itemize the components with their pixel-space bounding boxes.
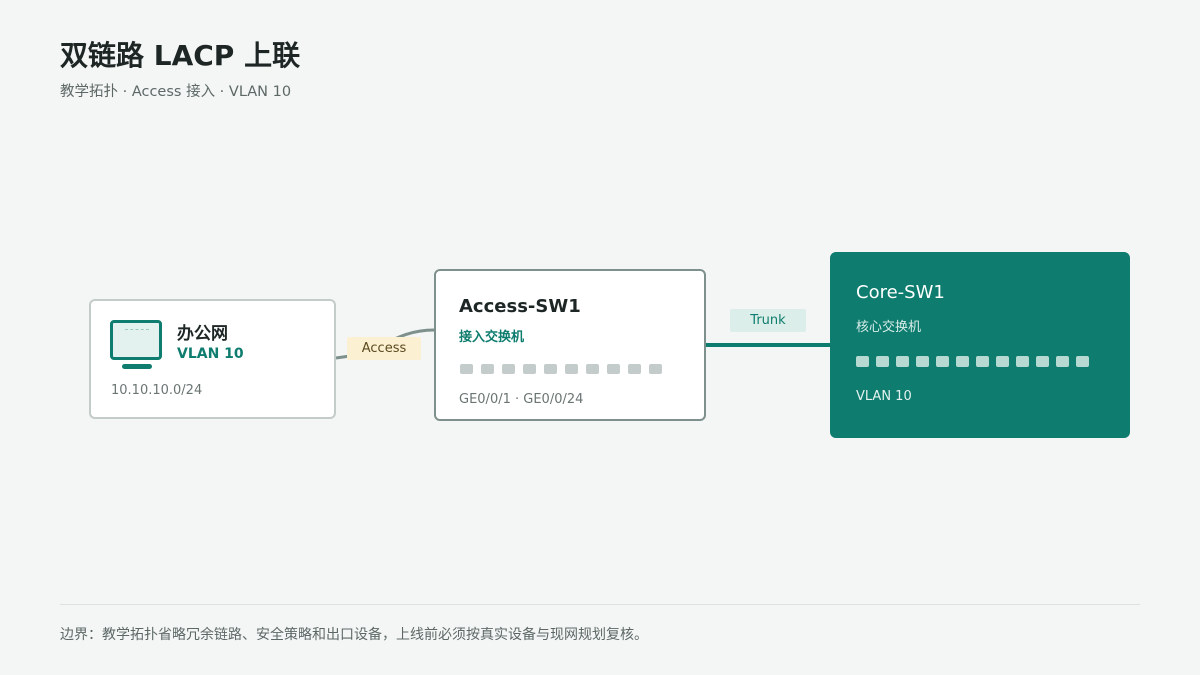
switch-port: [916, 356, 929, 367]
switch-port: [460, 364, 473, 374]
office-subnet: 10.10.10.0/24: [111, 383, 203, 398]
switch-port: [502, 364, 515, 374]
switch-port: [976, 356, 989, 367]
monitor-icon: [110, 320, 162, 360]
link-label-access: Access: [347, 337, 421, 360]
switch-port: [523, 364, 536, 374]
switch-port: [876, 356, 889, 367]
switch-port: [628, 364, 641, 374]
switch-port: [1076, 356, 1089, 367]
switch-port: [1036, 356, 1049, 367]
footer-divider: [60, 604, 1140, 605]
switch-port: [896, 356, 909, 367]
switch-port: [565, 364, 578, 374]
core-switch-ports: [856, 356, 1089, 367]
node-access-switch[interactable]: Access-SW1 接入交换机 GE0/0/1 · GE0/0/24: [434, 269, 706, 421]
switch-port: [607, 364, 620, 374]
node-core-switch[interactable]: Core-SW1 核心交换机 VLAN 10: [830, 252, 1130, 438]
switch-port: [544, 364, 557, 374]
switch-port: [481, 364, 494, 374]
switch-port: [586, 364, 599, 374]
access-switch-ports-label: GE0/0/1 · GE0/0/24: [459, 392, 584, 407]
monitor-stand-icon: [122, 364, 152, 369]
office-name: 办公网: [177, 324, 228, 344]
switch-port: [856, 356, 869, 367]
switch-port: [936, 356, 949, 367]
core-switch-name: Core-SW1: [856, 282, 945, 303]
access-switch-role: 接入交换机: [459, 330, 525, 345]
switch-port: [1056, 356, 1069, 367]
switch-port: [1016, 356, 1029, 367]
access-switch-ports: [460, 364, 662, 374]
node-office-network[interactable]: 办公网 VLAN 10 10.10.10.0/24: [89, 299, 336, 419]
core-switch-vlan: VLAN 10: [856, 389, 912, 404]
core-switch-role: 核心交换机: [856, 320, 922, 335]
footer-note: 边界：教学拓扑省略冗余链路、安全策略和出口设备，上线前必须按真实设备与现网规划复…: [60, 627, 648, 643]
switch-port: [956, 356, 969, 367]
link-label-trunk: Trunk: [730, 309, 806, 332]
access-switch-name: Access-SW1: [459, 296, 581, 317]
switch-port: [649, 364, 662, 374]
switch-port: [996, 356, 1009, 367]
office-vlan: VLAN 10: [177, 346, 244, 362]
